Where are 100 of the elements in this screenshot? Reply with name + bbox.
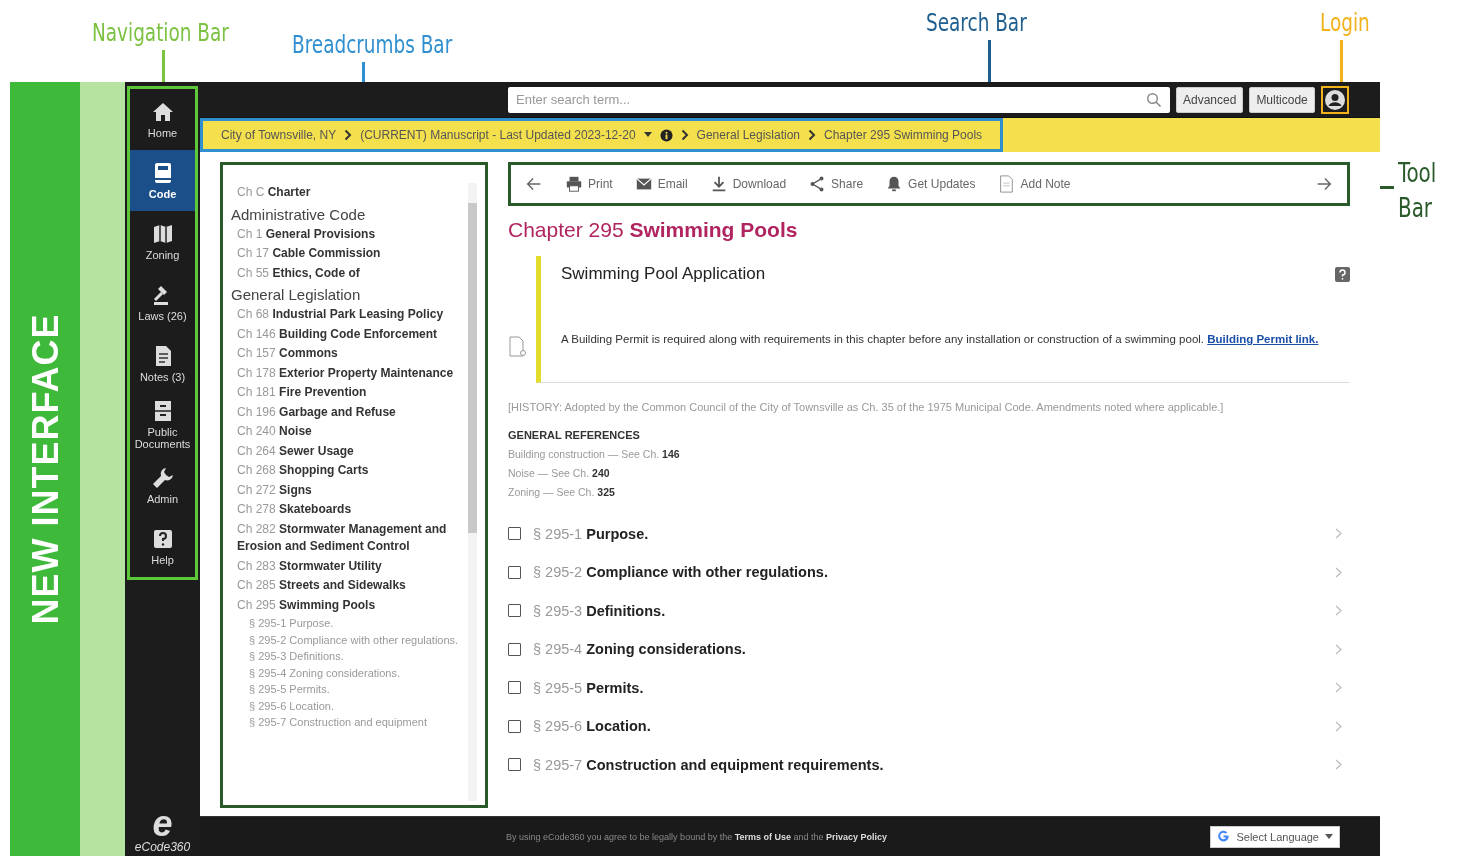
callout-label: Navigation Bar xyxy=(92,18,229,47)
forward-arrow-icon[interactable] xyxy=(1315,175,1333,193)
checkbox[interactable] xyxy=(508,719,521,733)
tree-chapter-link[interactable]: Ch 272 Signs xyxy=(237,480,464,500)
tree-chapter-link[interactable]: Ch 264 Sewer Usage xyxy=(237,441,464,461)
nav-item[interactable]: Help xyxy=(130,516,195,577)
nav-item[interactable]: Public Documents xyxy=(130,394,195,455)
chevron-right-icon xyxy=(1335,720,1342,732)
caret-icon xyxy=(1325,833,1333,840)
caret-icon[interactable] xyxy=(643,132,652,138)
tree-chapter-link[interactable]: Ch C Charter xyxy=(237,183,464,203)
callout-label: Login xyxy=(1320,8,1370,37)
toolbar-button[interactable]: Get Updates xyxy=(885,175,976,193)
permit-link[interactable]: Building Permit link. xyxy=(1207,333,1319,345)
footer-text: By using eCode360 you agree to be legally bound by the Terms of Use and the Privacy Policy xyxy=(506,831,888,842)
tree-chapter-link[interactable]: Ch 146 Building Code Enforcement xyxy=(237,324,464,344)
breadcrumb-link[interactable]: General Legislation xyxy=(696,128,800,142)
section-row[interactable]: § 295-7 Construction and equipment requirements. xyxy=(508,745,1350,784)
chevron-right-icon xyxy=(1335,605,1342,617)
section-title: § 295-1 Purpose. xyxy=(533,525,650,542)
tree-chapter-link[interactable]: Ch 157 Commons xyxy=(237,344,464,364)
leader-line xyxy=(1340,40,1343,84)
tree-chapter-link[interactable]: Ch 1 General Provisions xyxy=(237,224,464,244)
checkbox[interactable] xyxy=(508,604,521,618)
tree-chapter-link[interactable]: Ch 282 Stormwater Management and Erosion and Sediment Control xyxy=(237,519,464,557)
tree-chapter-link[interactable]: Ch 285 Streets and Sidewalks xyxy=(237,576,464,596)
tree-chapter-link[interactable]: Ch 178 Exterior Property Maintenance xyxy=(237,363,464,383)
breadcrumb-link[interactable]: Chapter 295 Swimming Pools xyxy=(824,128,983,142)
terms-link[interactable]: Terms of Use xyxy=(734,831,792,842)
language-select[interactable]: Select Language xyxy=(1210,825,1340,848)
nav-item[interactable]: Notes (3) xyxy=(130,333,195,394)
toolbar-button[interactable]: Share xyxy=(808,175,864,193)
tree-chapter-link[interactable]: Ch 240 Noise xyxy=(237,422,464,442)
chevron-right-icon xyxy=(1335,759,1342,771)
toolbar-button[interactable]: Download xyxy=(709,175,787,193)
chevron-right-icon xyxy=(680,129,689,141)
search-option-button[interactable]: Advanced xyxy=(1176,86,1244,113)
nav-item[interactable]: Zoning xyxy=(130,211,195,272)
back-arrow-icon[interactable] xyxy=(525,175,543,193)
toolbar-button[interactable]: Print xyxy=(565,175,613,193)
help-icon[interactable] xyxy=(1335,266,1350,282)
chevron-right-icon xyxy=(1335,682,1342,694)
chevron-right-icon xyxy=(1335,643,1342,655)
nav-item[interactable]: Laws (26) xyxy=(130,272,195,333)
section-title: § 295-6 Location. xyxy=(533,718,652,735)
section-row[interactable]: § 295-5 Permits. xyxy=(508,668,1350,707)
search-option-button[interactable]: Multicode xyxy=(1249,86,1315,113)
section-row[interactable]: § 295-3 Definitions. xyxy=(508,591,1350,630)
checkbox[interactable] xyxy=(508,565,521,579)
chapter-title: Chapter 295 Swimming Pools xyxy=(508,218,799,242)
note-icon xyxy=(508,336,528,358)
tree-chapter-link[interactable]: Ch 17 Cable Commission xyxy=(237,244,464,264)
toolbar-button[interactable]: Add Note xyxy=(997,174,1071,194)
checkbox[interactable] xyxy=(508,642,521,656)
tree-chapter-link[interactable]: Ch 196 Garbage and Refuse xyxy=(237,402,464,422)
side-label: NEW INTERFACE xyxy=(24,313,66,625)
section-row[interactable]: § 295-4 Zoning considerations. xyxy=(508,629,1350,669)
chevron-right-icon xyxy=(808,129,816,141)
nav-item[interactable]: Home xyxy=(130,89,195,150)
note-text: A Building Permit is required along with requirements in this chapter before any installation or construction of a swimming pool. Building Permit link. xyxy=(561,332,1320,347)
section-row[interactable]: § 295-1 Purpose. xyxy=(508,514,1350,553)
login-button[interactable] xyxy=(1320,85,1349,114)
breadcrumb-link[interactable]: (CURRENT) Manuscript - Last Updated 2023-12-20 xyxy=(360,128,636,142)
callout-label: Tool Bar xyxy=(1398,156,1438,226)
search-field[interactable]: Enter search term... xyxy=(508,86,1170,113)
callout-label: Breadcrumbs Bar xyxy=(292,30,453,59)
user-icon xyxy=(1323,88,1346,111)
scrollbar[interactable] xyxy=(468,183,477,801)
toolbar-button[interactable]: Email xyxy=(634,175,688,193)
chevron-right-icon xyxy=(344,129,353,141)
tree-chapter-link[interactable]: Ch 181 Fire Prevention xyxy=(237,383,464,403)
checkbox[interactable] xyxy=(508,527,521,541)
tree-chapter-link[interactable]: Ch 68 Industrial Park Leasing Policy xyxy=(237,305,464,325)
section-title: § 295-2 Compliance with other regulations. xyxy=(533,564,829,581)
tree-chapter-link[interactable]: Ch 295 Swimming Pools xyxy=(237,595,464,615)
checkbox[interactable] xyxy=(508,758,521,772)
search-icon[interactable] xyxy=(1146,91,1162,108)
section-title: § 295-5 Permits. xyxy=(533,679,645,696)
tree-chapter-link[interactable]: Ch 278 Skateboards xyxy=(237,500,464,520)
section-title: § 295-4 Zoning considerations. xyxy=(533,641,747,658)
privacy-link[interactable]: Privacy Policy xyxy=(826,831,888,842)
tree-heading: Administrative Code xyxy=(231,205,367,223)
tree-heading: General Legislation xyxy=(231,286,362,303)
nav-item[interactable]: Admin xyxy=(130,455,195,516)
checkbox[interactable] xyxy=(508,681,521,695)
callout-label: Search Bar xyxy=(926,8,1027,37)
section-title: § 295-3 Definitions. xyxy=(533,602,667,619)
printer-icon xyxy=(565,175,583,193)
tree-chapter-link[interactable]: Ch 268 Shopping Carts xyxy=(237,461,464,481)
info-icon[interactable] xyxy=(659,128,673,142)
section-row[interactable]: § 295-2 Compliance with other regulations. xyxy=(508,552,1350,592)
tree-chapter-link[interactable]: Ch 283 Stormwater Utility xyxy=(237,556,464,576)
chevron-right-icon xyxy=(1335,528,1342,540)
breadcrumb-link[interactable]: City of Townsville, NY xyxy=(221,128,337,142)
tree-chapter-link[interactable]: Ch 55 Ethics, Code of xyxy=(237,263,464,283)
section-row[interactable]: § 295-6 Location. xyxy=(508,706,1350,746)
nav-item[interactable]: Code xyxy=(130,150,195,211)
history-note: [HISTORY: Adopted by the Common Council of the City of Townsville as Ch. 35 of the 1975 Municipal Code. Amendments noted where applicable.] xyxy=(508,401,1225,414)
note-title: Swimming Pool Application xyxy=(561,264,766,284)
reference-entry: Zoning — See Ch. 325 xyxy=(508,485,616,501)
